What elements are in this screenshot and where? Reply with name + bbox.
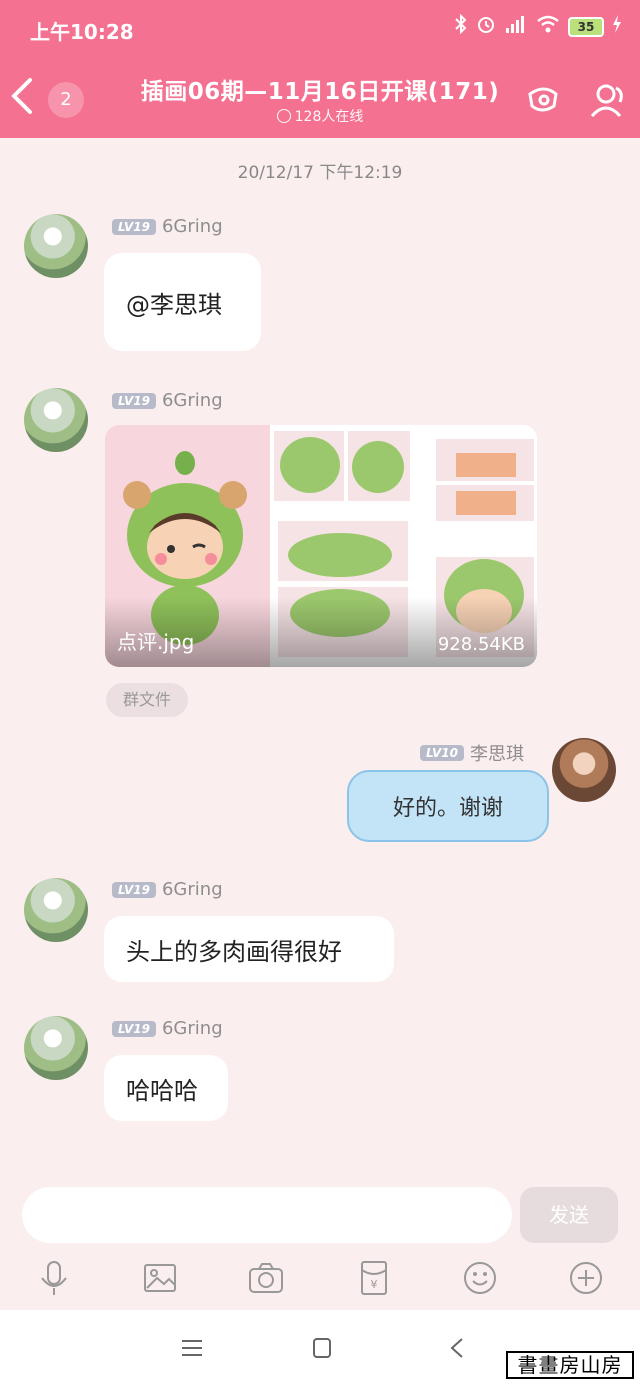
status-bar: 上午10:28 35 [0,0,640,56]
image-icon[interactable] [142,1260,178,1296]
alarm-icon [476,14,496,39]
red-packet-icon[interactable]: ¥ [356,1260,392,1296]
plus-icon[interactable] [568,1260,604,1296]
camera-icon[interactable] [248,1260,284,1296]
svg-text:¥: ¥ [371,1278,378,1291]
message-sender: LV10 李思琪 [420,740,524,766]
self-message-bubble[interactable]: 好的。谢谢 [347,770,549,842]
mic-icon[interactable] [36,1260,72,1296]
sender-name: 6Gring [161,390,223,411]
sender-name: 6Gring [161,1018,223,1039]
status-icons: 35 [454,13,622,39]
file-name: 点评.jpg [117,630,195,654]
watermark: 書畫房山房 [506,1351,634,1379]
sender-name: 6Gring [161,216,223,237]
avatar[interactable] [552,738,616,802]
message-bubble[interactable]: @李思琪 [104,253,261,351]
avatar[interactable] [24,214,88,278]
level-badge: LV19 [112,1020,156,1037]
online-label: 128人在线 [294,109,364,125]
group-file-tag[interactable]: 群文件 [106,683,188,717]
message-sender: LV19 6Gring [112,879,223,900]
sender-name: 6Gring [161,879,223,900]
level-badge: LV19 [112,218,156,235]
image-file-card[interactable]: 点评.jpg 928.54KB [105,425,537,667]
send-button[interactable]: 发送 [520,1187,618,1243]
level-badge: LV19 [112,881,156,898]
avatar[interactable] [24,878,88,942]
input-toolbar: ¥ [0,1252,640,1306]
home-icon[interactable] [308,1336,336,1360]
charging-icon [612,15,622,38]
message-bubble[interactable]: 哈哈哈 [104,1055,228,1121]
level-badge: LV10 [420,745,464,761]
chat-header: 上午10:28 35 2 插画06期—11月16日开课(171) 128人在线 [0,0,640,138]
message-timestamp: 20/12/17 下午12:19 [237,163,403,183]
level-badge: LV19 [112,392,156,409]
signal-icon [504,14,528,39]
bluetooth-icon [454,13,468,39]
message-sender: LV19 6Gring [112,390,223,411]
emoji-icon[interactable] [462,1260,498,1296]
menu-icon[interactable] [178,1336,206,1360]
message-input[interactable] [22,1187,512,1243]
file-info-overlay: 点评.jpg 928.54KB [105,597,537,667]
file-size: 928.54KB [437,634,525,655]
avatar[interactable] [24,388,88,452]
avatar[interactable] [24,1016,88,1080]
group-task-icon[interactable] [524,80,564,120]
sender-name: 李思琪 [470,744,524,765]
message-bubble[interactable]: 头上的多肉画得很好 [104,916,394,982]
nav-bar: 2 插画06期—11月16日开课(171) 128人在线 [0,60,640,138]
back-nav-icon[interactable] [444,1336,472,1360]
message-sender: LV19 6Gring [112,216,223,237]
status-time: 上午10:28 [30,20,134,44]
battery-icon: 35 [568,16,604,37]
system-nav-bar: 書畫房山房 [0,1310,640,1387]
wifi-icon [536,14,560,39]
message-sender: LV19 6Gring [112,1018,223,1039]
group-members-icon[interactable] [588,80,628,120]
online-icon [276,109,291,123]
